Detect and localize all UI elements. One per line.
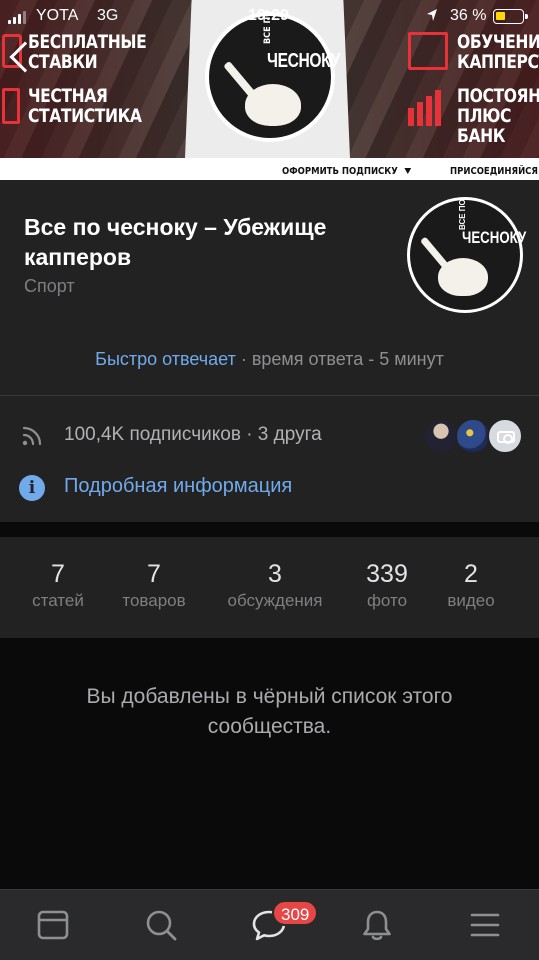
counter-value: 2 (464, 560, 478, 588)
subscribers-count: 100,4K подписчиков · 3 друга (64, 424, 322, 445)
details-link[interactable]: Подробная информация (64, 475, 292, 498)
friend-avatar (487, 418, 523, 454)
fast-response-label: Быстро отвечает (95, 349, 236, 369)
subscribe-link-label: ОФОРМИТЬ ПОДПИСКУ (282, 166, 398, 177)
rss-feed-icon (22, 426, 42, 446)
counter-articles[interactable]: 7 статей (18, 559, 98, 613)
bottom-tab-bar (0, 889, 539, 960)
carrier-name: YOTA (36, 7, 79, 24)
counter-value: 3 (268, 560, 282, 588)
clock: 19:29 (248, 7, 289, 24)
notifications-icon[interactable] (360, 908, 394, 942)
bank-growth-icon (408, 86, 450, 126)
location-arrow-icon (427, 9, 437, 21)
messages-badge: 309 (272, 900, 319, 926)
counter-value: 7 (147, 560, 161, 588)
friend-avatar (423, 418, 459, 454)
news-icon[interactable] (36, 908, 70, 942)
group-avatar[interactable]: ВСЕ ПО ЧЕСНОКУ (407, 197, 527, 313)
group-title: Все по чесноку – Убежище капперов (24, 214, 327, 270)
subscribe-link[interactable]: ОФОРМИТЬ ПОДПИСКУ (282, 166, 412, 177)
logo-text-big: ЧЕСНОКУ (267, 50, 340, 72)
counters-card: 7 статей 7 товаров 3 обсуждения 339 фото… (0, 537, 539, 638)
group-category: Спорт (24, 276, 75, 296)
battery-percent: 36 % (450, 7, 487, 24)
menu-icon[interactable] (468, 908, 502, 942)
blocked-message: Вы добавлены в чёрный список этого сообщ… (86, 685, 453, 738)
counter-label: товаров (122, 591, 186, 610)
counter-value: 339 (366, 560, 408, 588)
promo-bank-plus: ПОСТОЯННЫ ПЛЮС БАНК (457, 85, 539, 147)
counter-label: фото (366, 591, 408, 610)
counter-value: 7 (51, 560, 65, 588)
counter-videos[interactable]: 2 видео (436, 559, 506, 613)
network-type: 3G (97, 7, 119, 24)
avatar-logo-text-small: ВСЕ ПО (458, 199, 467, 230)
info-icon: i (19, 475, 45, 501)
counter-label: статей (32, 591, 84, 610)
promo-honest-stats: ЧЕСТНАЯ СТАТИСТИКА (28, 85, 142, 127)
status-bar: YOTA 3G 19:29 36 % (0, 0, 539, 32)
friend-avatar (455, 418, 491, 454)
join-link[interactable]: ПРИСОЕДИНЯЙСЯ! (450, 166, 539, 177)
stats-icon (2, 88, 20, 124)
counter-photos[interactable]: 339 фото (352, 559, 422, 613)
counter-label: видео (447, 591, 495, 610)
avatar-logo-text-big: ЧЕСНОКУ (462, 228, 527, 247)
dropdown-triangle-icon (404, 168, 412, 174)
camera-icon (497, 431, 515, 444)
counter-discussions[interactable]: 3 обсуждения (214, 559, 336, 613)
response-time: Быстро отвечает · время ответа - 5 минут (0, 349, 539, 370)
battery-level-fill (496, 12, 505, 20)
counter-label: обсуждения (227, 591, 323, 610)
counter-goods[interactable]: 7 товаров (109, 559, 199, 613)
search-icon[interactable] (144, 908, 178, 942)
signal-icon (8, 11, 26, 24)
promo-learning: ОБУЧЕНИЕ КАППЕРСТВ (457, 31, 539, 73)
promo-free-bets: БЕСПЛАТНЫЕ СТАВКИ (28, 31, 147, 73)
response-time-text: · время ответа - 5 минут (235, 349, 444, 369)
divider (0, 395, 539, 396)
battery-icon (493, 9, 528, 24)
teaching-icon (408, 32, 448, 70)
